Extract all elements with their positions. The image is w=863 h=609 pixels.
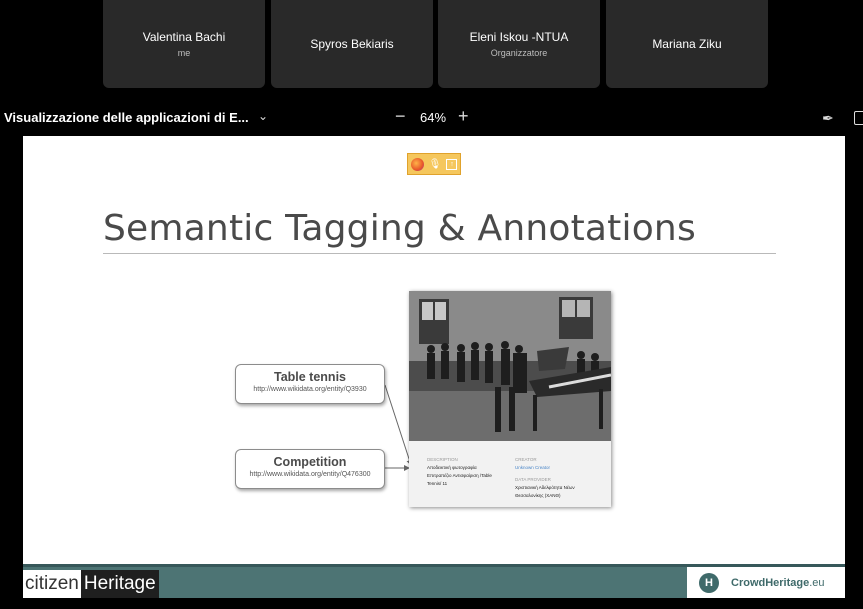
description-line: Tennis/ 11 bbox=[427, 481, 448, 486]
participant-role: Organizzatore bbox=[490, 48, 548, 58]
creator-label: CREATOR bbox=[515, 457, 537, 462]
participant-tiles: Valentina Bachi me Spyros Bekiaris Eleni… bbox=[0, 0, 863, 92]
tag-url: http://www.wikidata.org/entity/Q3930 bbox=[253, 386, 367, 393]
logo-text: Heritage bbox=[80, 570, 159, 598]
zoom-in-button[interactable]: + bbox=[458, 106, 469, 127]
chevron-down-icon[interactable]: ⌄ bbox=[258, 109, 268, 123]
arrow-table-tennis bbox=[384, 384, 413, 466]
slide-footer: citizen Heritage H CrowdHeritage.eu bbox=[23, 564, 845, 598]
participant-name: Valentina Bachi bbox=[142, 30, 226, 44]
share-toolbar: Visualizzazione delle applicazioni di E.… bbox=[0, 104, 863, 132]
participant-name: Eleni Iskou -NTUA bbox=[469, 30, 569, 44]
zoom-out-button[interactable]: − bbox=[395, 106, 406, 127]
zoom-level: 64% bbox=[420, 110, 447, 125]
participant-name: Mariana Ziku bbox=[652, 37, 722, 51]
record-card: DESCRIPTION Αποδεικτική φωτογραφία Επιτρ… bbox=[409, 291, 611, 507]
participant-tile[interactable]: Mariana Ziku bbox=[606, 0, 768, 88]
tag-callout: Competition http://www.wikidata.org/enti… bbox=[235, 449, 385, 489]
participant-name: Spyros Bekiaris bbox=[310, 37, 394, 51]
shared-content-title[interactable]: Visualizzazione delle applicazioni di E.… bbox=[4, 110, 249, 125]
tag-url: http://www.wikidata.org/entity/Q476300 bbox=[249, 471, 371, 478]
citizen-heritage-logo: citizen Heritage bbox=[23, 570, 159, 598]
logo-text: citizen bbox=[23, 570, 81, 598]
description-line: Επιτραπέζιο Αντισφαίριση /Table bbox=[427, 473, 492, 478]
archive-photo bbox=[409, 291, 611, 441]
description-label: DESCRIPTION bbox=[427, 457, 458, 462]
participant-role: me bbox=[177, 48, 191, 58]
logo-text: .eu bbox=[809, 576, 825, 589]
participant-tile[interactable]: Eleni Iskou -NTUA Organizzatore bbox=[438, 0, 600, 88]
participant-tile[interactable]: Spyros Bekiaris bbox=[271, 0, 433, 88]
crowdheritage-logo: H CrowdHeritage.eu bbox=[687, 567, 845, 598]
crowdheritage-text: CrowdHeritage.eu bbox=[731, 577, 825, 589]
logo-text: CrowdHeritage bbox=[731, 576, 810, 589]
provider-line: Χριστιανική Αδελφότητα Νέων bbox=[515, 485, 575, 490]
tag-callout: Table tennis http://www.wikidata.org/ent… bbox=[235, 364, 385, 404]
record-metadata: DESCRIPTION Αποδεικτική φωτογραφία Επιτρ… bbox=[409, 441, 611, 507]
provider-line: Θεσσαλονίκης (ΧΑΝΘ) bbox=[515, 493, 561, 498]
provider-label: DATA PROVIDER bbox=[515, 477, 551, 482]
creator-link[interactable]: Unknown Creator bbox=[515, 465, 550, 470]
participant-tile[interactable]: Valentina Bachi me bbox=[103, 0, 265, 88]
annotate-icon[interactable]: ✒ bbox=[822, 110, 834, 127]
description-line: Αποδεικτική φωτογραφία bbox=[427, 465, 477, 470]
crowdheritage-icon: H bbox=[699, 572, 719, 593]
shared-slide: 🎙 ↑ Semantic Tagging & Annotations Table… bbox=[23, 136, 845, 564]
tag-title: Table tennis bbox=[273, 370, 346, 384]
tag-title: Competition bbox=[273, 455, 347, 469]
popout-icon[interactable] bbox=[854, 111, 863, 125]
